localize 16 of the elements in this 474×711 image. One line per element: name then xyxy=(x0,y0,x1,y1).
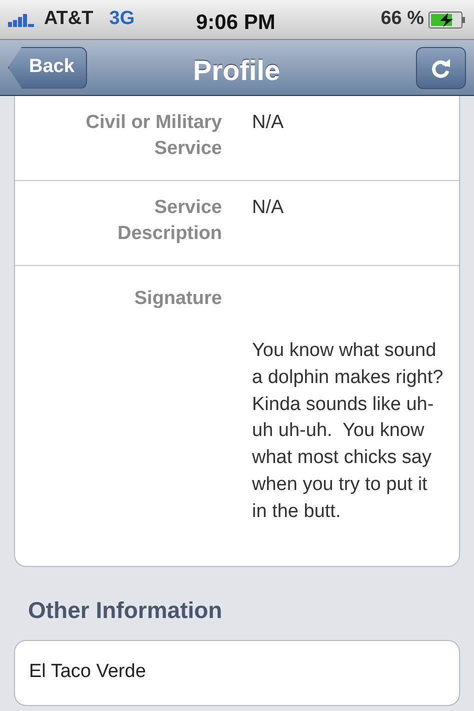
carrier-name: AT&T xyxy=(44,7,94,32)
refresh-button[interactable] xyxy=(416,46,466,88)
network-type: 3G xyxy=(109,7,135,32)
field-label: Signature xyxy=(133,287,222,311)
field-value: N/A xyxy=(252,196,284,220)
battery-percent: 66 % xyxy=(380,7,424,32)
clock-time: 9:06 PM xyxy=(196,10,276,36)
screen-title: Profile xyxy=(193,54,280,88)
field-value: You know what sound a dolphin makes right? Kinda sounds like uh-uh uh-uh. You know what most chicks say when you try to put it in the butt. xyxy=(252,339,444,524)
info-cell: El Taco Verde xyxy=(14,640,460,706)
field-label: Civil or Military Service xyxy=(84,111,222,161)
charging-battery-icon xyxy=(428,10,466,28)
back-button[interactable]: Back xyxy=(8,46,88,88)
field-value: N/A xyxy=(252,111,284,135)
section-heading: Other Information xyxy=(28,596,224,625)
field-label: Service Description xyxy=(116,196,222,246)
